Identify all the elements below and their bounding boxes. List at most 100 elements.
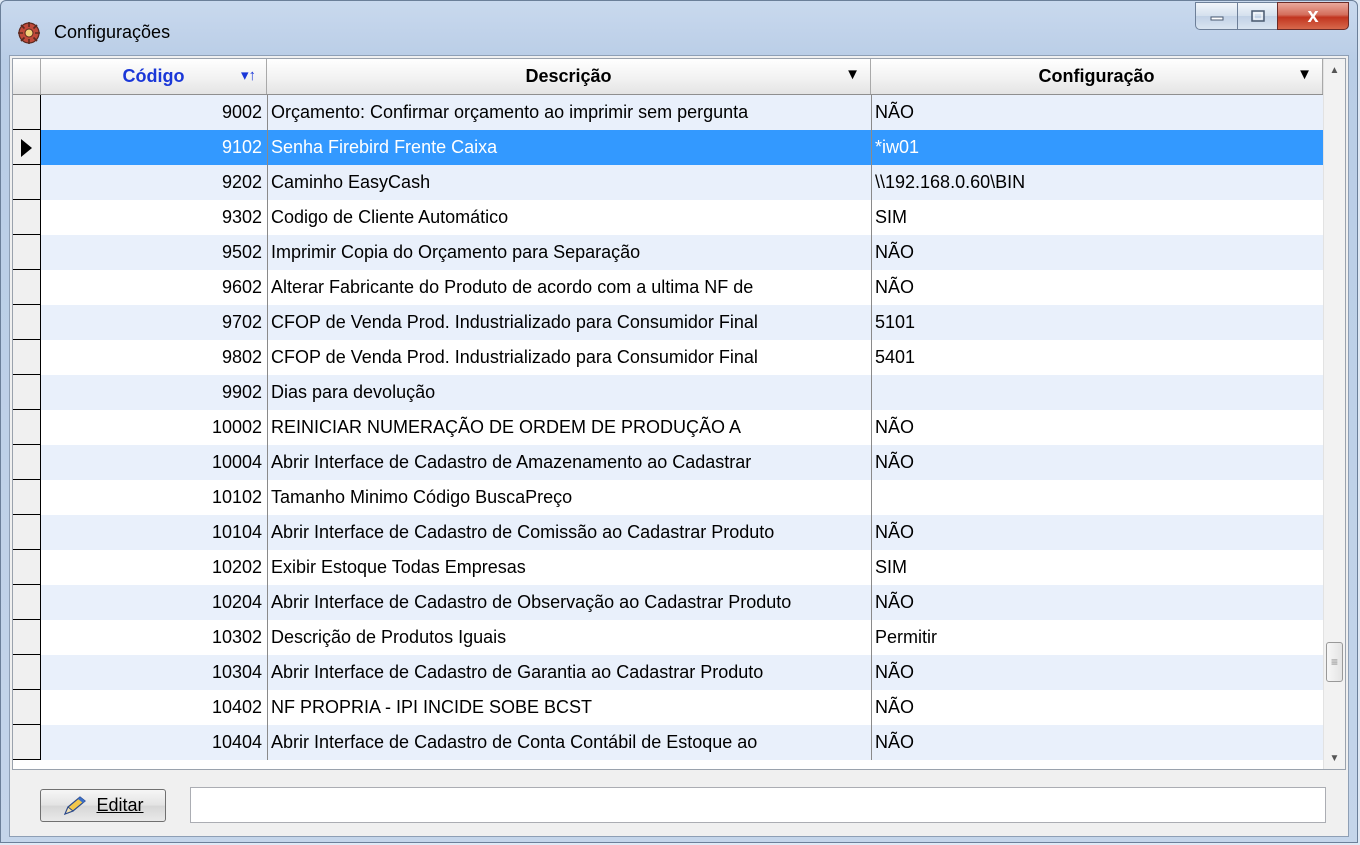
cell-description[interactable]: CFOP de Venda Prod. Industrializado para… xyxy=(267,305,871,340)
cell-description[interactable]: Descrição de Produtos Iguais xyxy=(267,620,871,655)
cell-configuration[interactable]: NÃO xyxy=(871,585,1323,620)
cell-configuration[interactable]: NÃO xyxy=(871,235,1323,270)
minimize-button[interactable] xyxy=(1195,2,1237,30)
cell-code[interactable]: 9902 xyxy=(41,375,267,410)
row-indicator[interactable] xyxy=(13,515,41,550)
row-indicator[interactable] xyxy=(13,200,41,235)
row-indicator[interactable] xyxy=(13,585,41,620)
cell-description[interactable]: Dias para devolução xyxy=(267,375,871,410)
cell-description[interactable]: NF PROPRIA - IPI INCIDE SOBE BCST xyxy=(267,690,871,725)
maximize-button[interactable] xyxy=(1237,2,1277,30)
chevron-down-icon[interactable]: ▼ xyxy=(1297,66,1312,83)
cell-description[interactable]: Abrir Interface de Cadastro de Amazename… xyxy=(267,445,871,480)
config-grid[interactable]: Código ▾↑ Descrição ▼ Configuração ▼ 900… xyxy=(12,58,1346,770)
table-row[interactable]: 10204 Abrir Interface de Cadastro de Obse… xyxy=(13,585,1323,620)
column-header-code[interactable]: Código ▾↑ xyxy=(41,59,267,94)
cell-code[interactable]: 10304 xyxy=(41,655,267,690)
cell-code[interactable]: 9802 xyxy=(41,340,267,375)
row-indicator[interactable] xyxy=(13,340,41,375)
row-indicator[interactable] xyxy=(13,550,41,585)
row-indicator[interactable] xyxy=(13,445,41,480)
cell-configuration[interactable]: NÃO xyxy=(871,445,1323,480)
row-indicator[interactable] xyxy=(13,620,41,655)
row-indicator[interactable] xyxy=(13,130,41,165)
cell-code[interactable]: 10004 xyxy=(41,445,267,480)
cell-description[interactable]: Senha Firebird Frente Caixa xyxy=(267,130,871,165)
row-indicator[interactable] xyxy=(13,655,41,690)
table-row-selected[interactable]: 9102 Senha Firebird Frente Caixa *iw01 xyxy=(13,130,1323,165)
row-indicator[interactable] xyxy=(13,690,41,725)
cell-configuration[interactable]: NÃO xyxy=(871,515,1323,550)
cell-code[interactable]: 10102 xyxy=(41,480,267,515)
table-row[interactable]: 10104 Abrir Interface de Cadastro de Comi… xyxy=(13,515,1323,550)
cell-code[interactable]: 10204 xyxy=(41,585,267,620)
row-indicator[interactable] xyxy=(13,235,41,270)
cell-code[interactable]: 10202 xyxy=(41,550,267,585)
table-row[interactable]: 10402 NF PROPRIA - IPI INCIDE SOBE BCST NÃ… xyxy=(13,690,1323,725)
scrollbar-thumb[interactable]: ≡ xyxy=(1326,642,1343,682)
scroll-up-arrow-icon[interactable]: ▲ xyxy=(1324,59,1345,81)
row-indicator[interactable] xyxy=(13,725,41,760)
cell-configuration[interactable]: NÃO xyxy=(871,270,1323,305)
cell-code[interactable]: 9302 xyxy=(41,200,267,235)
scroll-down-arrow-icon[interactable]: ▼ xyxy=(1324,747,1345,769)
cell-description[interactable]: Abrir Interface de Cadastro de Conta Con… xyxy=(267,725,871,760)
cell-configuration[interactable]: Permitir xyxy=(871,620,1323,655)
column-header-description[interactable]: Descrição ▼ xyxy=(267,59,871,94)
vertical-scrollbar[interactable]: ▲ ≡ ▼ xyxy=(1323,59,1345,769)
row-indicator[interactable] xyxy=(13,375,41,410)
table-row[interactable]: 9802 CFOP de Venda Prod. Industrializado … xyxy=(13,340,1323,375)
cell-description[interactable]: Orçamento: Confirmar orçamento ao imprim… xyxy=(267,95,871,130)
cell-description[interactable]: Exibir Estoque Todas Empresas xyxy=(267,550,871,585)
close-button[interactable]: x xyxy=(1277,2,1349,30)
table-row[interactable]: 9002 Orçamento: Confirmar orçamento ao im… xyxy=(13,95,1323,130)
cell-configuration[interactable]: *iw01 xyxy=(871,130,1323,165)
cell-configuration[interactable]: NÃO xyxy=(871,95,1323,130)
cell-code[interactable]: 9202 xyxy=(41,165,267,200)
cell-code[interactable]: 9502 xyxy=(41,235,267,270)
cell-description[interactable]: Codigo de Cliente Automático xyxy=(267,200,871,235)
row-indicator[interactable] xyxy=(13,410,41,445)
cell-description[interactable]: REINICIAR NUMERAÇÃO DE ORDEM DE PRODUÇÃO… xyxy=(267,410,871,445)
cell-description[interactable]: Abrir Interface de Cadastro de Observaçã… xyxy=(267,585,871,620)
cell-configuration[interactable] xyxy=(871,480,1323,515)
cell-description[interactable]: Abrir Interface de Cadastro de Garantia … xyxy=(267,655,871,690)
column-header-configuration[interactable]: Configuração ▼ xyxy=(871,59,1323,94)
cell-description[interactable]: Tamanho Minimo Código BuscaPreço xyxy=(267,480,871,515)
edit-button[interactable]: Editar xyxy=(40,789,166,822)
table-row[interactable]: 10004 Abrir Interface de Cadastro de Amaz… xyxy=(13,445,1323,480)
cell-code[interactable]: 9102 xyxy=(41,130,267,165)
table-row[interactable]: 10304 Abrir Interface de Cadastro de Gara… xyxy=(13,655,1323,690)
cell-configuration[interactable]: NÃO xyxy=(871,655,1323,690)
cell-configuration[interactable]: SIM xyxy=(871,550,1323,585)
title-bar[interactable]: Configurações x xyxy=(1,1,1357,56)
row-indicator[interactable] xyxy=(13,165,41,200)
cell-description[interactable]: Abrir Interface de Cadastro de Comissão … xyxy=(267,515,871,550)
row-indicator[interactable] xyxy=(13,95,41,130)
cell-configuration[interactable]: SIM xyxy=(871,200,1323,235)
cell-code[interactable]: 10104 xyxy=(41,515,267,550)
cell-configuration[interactable]: NÃO xyxy=(871,690,1323,725)
table-row[interactable]: 9302 Codigo de Cliente Automático SIM xyxy=(13,200,1323,235)
table-row[interactable]: 9502 Imprimir Copia do Orçamento para Sep… xyxy=(13,235,1323,270)
table-row[interactable]: 10404 Abrir Interface de Cadastro de Cont… xyxy=(13,725,1323,760)
table-row[interactable]: 9902 Dias para devolução xyxy=(13,375,1323,410)
cell-description[interactable]: Caminho EasyCash xyxy=(267,165,871,200)
table-row[interactable]: 9202 Caminho EasyCash \\192.168.0.60\BIN xyxy=(13,165,1323,200)
cell-description[interactable]: CFOP de Venda Prod. Industrializado para… xyxy=(267,340,871,375)
row-indicator[interactable] xyxy=(13,480,41,515)
cell-code[interactable]: 9002 xyxy=(41,95,267,130)
cell-code[interactable]: 10302 xyxy=(41,620,267,655)
cell-configuration[interactable]: 5101 xyxy=(871,305,1323,340)
chevron-down-icon[interactable]: ▼ xyxy=(845,66,860,83)
cell-configuration[interactable]: \\192.168.0.60\BIN xyxy=(871,165,1323,200)
cell-configuration[interactable]: NÃO xyxy=(871,410,1323,445)
cell-description[interactable]: Alterar Fabricante do Produto de acordo … xyxy=(267,270,871,305)
cell-configuration[interactable] xyxy=(871,375,1323,410)
cell-code[interactable]: 10404 xyxy=(41,725,267,760)
cell-configuration[interactable]: 5401 xyxy=(871,340,1323,375)
cell-code[interactable]: 10002 xyxy=(41,410,267,445)
table-row[interactable]: 10302 Descrição de Produtos Iguais Permiti… xyxy=(13,620,1323,655)
table-row[interactable]: 9602 Alterar Fabricante do Produto de aco… xyxy=(13,270,1323,305)
selected-value-field[interactable] xyxy=(190,787,1326,823)
